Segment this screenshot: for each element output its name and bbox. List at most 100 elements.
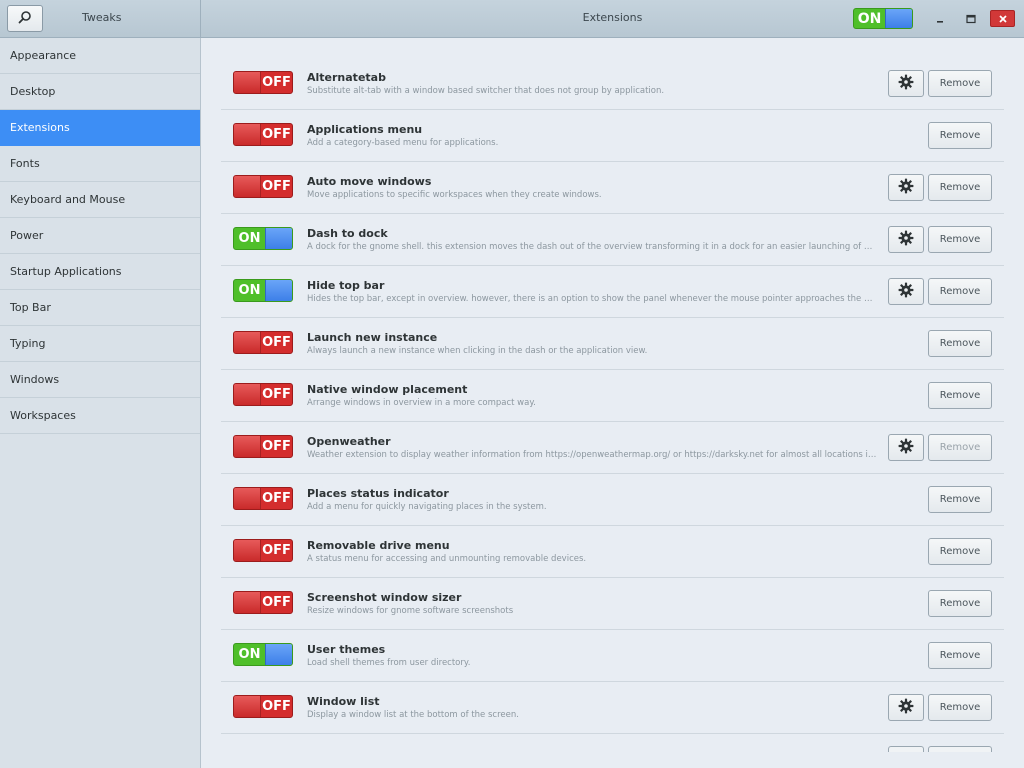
extension-toggle[interactable]: OFF <box>233 539 293 562</box>
extension-toggle[interactable]: OFF <box>233 71 293 94</box>
gear-icon <box>898 178 914 198</box>
extension-description: Resize windows for gnome software screen… <box>307 606 514 616</box>
extension-toggle[interactable]: OFF <box>233 435 293 458</box>
extension-toggle[interactable]: OFF <box>233 175 293 198</box>
extension-toggle[interactable]: OFF <box>233 123 293 146</box>
list-item: OFF Applications menu Add a category-based… <box>221 110 1004 162</box>
extension-toggle[interactable]: OFF <box>233 383 293 406</box>
maximize-icon <box>966 9 976 28</box>
toggle-switch[interactable]: OFF <box>233 591 293 614</box>
toggle-label: ON <box>238 283 261 298</box>
remove-button[interactable]: Remove <box>928 642 992 669</box>
toggle-switch[interactable]: OFF <box>233 539 293 562</box>
toggle-knob <box>234 488 261 509</box>
list-item: OFF Removable drive menu A status menu for… <box>221 526 1004 578</box>
toggle-label: ON <box>238 647 261 662</box>
toggle-switch[interactable]: OFF <box>233 383 293 406</box>
settings-button[interactable] <box>888 174 924 201</box>
extension-name: Places status indicator <box>307 487 449 500</box>
toggle-label: ON <box>238 231 261 246</box>
sidebar-item-fonts[interactable]: Fonts <box>0 146 200 182</box>
maximize-button[interactable] <box>960 10 982 27</box>
master-toggle-label: ON <box>857 10 882 27</box>
remove-button[interactable]: Remove <box>928 330 992 357</box>
extensions-list: OFF Alternatetab Substitute alt-tab with a… <box>201 38 1024 768</box>
remove-button[interactable]: Remove <box>928 226 992 253</box>
remove-button[interactable]: Remove <box>928 590 992 617</box>
toggle-switch[interactable]: ON <box>233 227 293 250</box>
close-button[interactable] <box>990 10 1015 27</box>
settings-button[interactable] <box>888 278 924 305</box>
toggle-label: OFF <box>262 491 291 506</box>
list-item: OFF Screenshot window sizer Resize windows… <box>221 578 1004 630</box>
extension-toggle[interactable]: OFF <box>233 591 293 614</box>
toggle-switch[interactable]: OFF <box>233 123 293 146</box>
extension-description: Add a category-based menu for applicatio… <box>307 138 499 148</box>
settings-button[interactable] <box>888 70 924 97</box>
toggle-knob <box>234 124 261 145</box>
extension-name: Alternatetab <box>307 71 386 84</box>
extension-toggle[interactable]: OFF <box>233 331 293 354</box>
sidebar-item-desktop[interactable]: Desktop <box>0 74 200 110</box>
sidebar-item-extensions[interactable]: Extensions <box>0 110 200 146</box>
gear-icon <box>898 74 914 94</box>
sidebar-item-appearance[interactable]: Appearance <box>0 38 200 74</box>
toggle-switch[interactable]: OFF <box>233 71 293 94</box>
toggle-switch[interactable]: OFF <box>233 331 293 354</box>
extension-toggle[interactable]: ON <box>233 279 293 302</box>
close-icon <box>998 9 1008 28</box>
minimize-button[interactable] <box>929 10 951 27</box>
settings-button[interactable] <box>888 694 924 721</box>
settings-button[interactable] <box>888 746 924 752</box>
sidebar: Appearance Desktop Extensions Fonts Keyb… <box>0 38 201 768</box>
toggle-label: OFF <box>262 179 291 194</box>
gear-icon <box>898 698 914 718</box>
extension-description: Hides the top bar, except in overview. h… <box>307 294 877 304</box>
sidebar-item-power[interactable]: Power <box>0 218 200 254</box>
toggle-switch[interactable]: OFF <box>233 175 293 198</box>
remove-button[interactable]: Remove <box>928 382 992 409</box>
toggle-knob <box>234 592 261 613</box>
search-button[interactable] <box>7 5 43 32</box>
sidebar-item-startup-applications[interactable]: Startup Applications <box>0 254 200 290</box>
settings-button[interactable] <box>888 226 924 253</box>
toggle-label: OFF <box>262 335 291 350</box>
master-toggle-switch[interactable]: ON <box>853 8 913 29</box>
toggle-knob <box>265 228 292 249</box>
remove-button[interactable]: Remove <box>928 122 992 149</box>
extension-toggle[interactable]: ON <box>233 227 293 250</box>
toggle-label: OFF <box>262 439 291 454</box>
extension-name: Auto move windows <box>307 175 432 188</box>
remove-button[interactable]: Remove <box>928 174 992 201</box>
sidebar-item-top-bar[interactable]: Top Bar <box>0 290 200 326</box>
extension-name: Launch new instance <box>307 331 438 344</box>
sidebar-item-typing[interactable]: Typing <box>0 326 200 362</box>
extension-toggle[interactable]: ON <box>233 643 293 666</box>
extension-description: Always launch a new instance when clicki… <box>307 346 648 356</box>
toggle-label: OFF <box>262 387 291 402</box>
remove-button[interactable]: Remove <box>928 486 992 513</box>
extensions-master-toggle[interactable]: ON <box>853 8 913 29</box>
toggle-switch[interactable]: ON <box>233 643 293 666</box>
remove-button[interactable]: Remove <box>928 278 992 305</box>
settings-button[interactable] <box>888 434 924 461</box>
extension-name: Removable drive menu <box>307 539 450 552</box>
sidebar-item-workspaces[interactable]: Workspaces <box>0 398 200 434</box>
sidebar-item-windows[interactable]: Windows <box>0 362 200 398</box>
toggle-switch[interactable]: OFF <box>233 487 293 510</box>
toggle-switch[interactable]: OFF <box>233 435 293 458</box>
toggle-switch[interactable]: OFF <box>233 695 293 718</box>
sidebar-item-keyboard-and-mouse[interactable]: Keyboard and Mouse <box>0 182 200 218</box>
extension-name: Window list <box>307 695 380 708</box>
remove-button[interactable]: Remove <box>928 538 992 565</box>
remove-button[interactable]: Remove <box>928 694 992 721</box>
toggle-knob <box>885 9 912 28</box>
extension-toggle[interactable]: OFF <box>233 695 293 718</box>
extension-description: A dock for the gnome shell. this extensi… <box>307 242 877 252</box>
toggle-switch[interactable]: ON <box>233 279 293 302</box>
toggle-label: OFF <box>262 595 291 610</box>
remove-button[interactable]: Remove <box>928 434 992 461</box>
extension-toggle[interactable]: OFF <box>233 487 293 510</box>
remove-button[interactable]: Remove <box>928 70 992 97</box>
remove-button[interactable] <box>928 746 992 752</box>
